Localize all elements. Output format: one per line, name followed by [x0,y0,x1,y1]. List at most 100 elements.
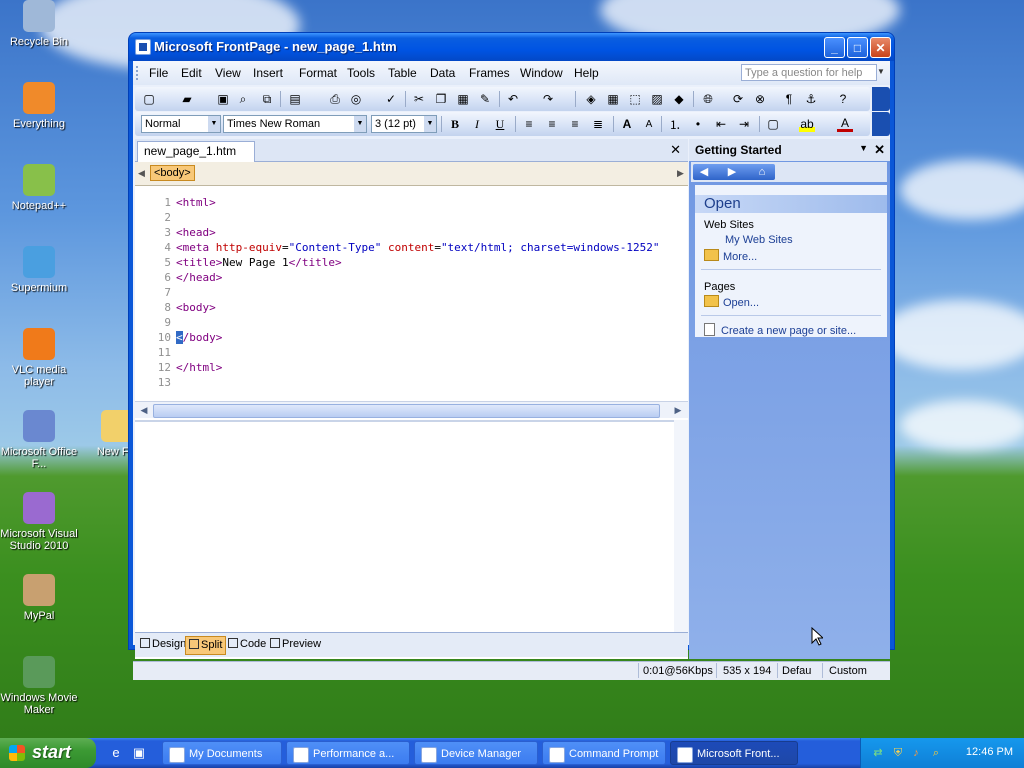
menu-help[interactable]: Help [574,66,599,80]
desktop-icon-recycle-bin[interactable]: Recycle Bin [0,0,78,48]
desktop-icon-browser[interactable]: Supermium [0,246,78,294]
menu-frames[interactable]: Frames [469,66,510,80]
view-tab-preview[interactable]: Preview [267,636,324,653]
page-dimensions[interactable]: 535 x 194 [723,665,771,677]
my-web-sites-link[interactable]: My Web Sites [725,234,793,246]
minimize-button[interactable]: _ [824,37,845,58]
desktop-icon-office-frontpage[interactable]: Microsoft Office F... [0,410,78,470]
taskbar-button[interactable]: Performance a... [286,741,410,765]
decrease-font-size-icon[interactable]: A [641,116,657,132]
view-tab-code[interactable]: Code [225,636,269,653]
quick-tag-body[interactable]: <body> [150,165,195,181]
increase-indent-icon[interactable]: ⇥ [736,116,752,132]
forward-icon[interactable]: ▶ [725,165,739,179]
italic-button[interactable]: I [469,116,485,132]
desktop-icon-everything[interactable]: Everything [0,82,78,130]
code-line[interactable]: 8 <body> [135,300,688,315]
increase-font-size-icon[interactable]: A [619,116,635,132]
menu-view[interactable]: View [215,66,241,80]
code-line[interactable]: 5 <title>New Page 1</title> [135,255,688,270]
menu-format[interactable]: Format [299,66,337,80]
back-icon[interactable]: ◀ [697,165,711,179]
taskbar-button[interactable]: Command Prompt [542,741,666,765]
save-icon[interactable]: ▣ [215,91,231,107]
print-icon[interactable]: ⎙ [327,91,343,107]
menu-data[interactable]: Data [430,66,455,80]
borders-icon[interactable]: ▢ [765,116,781,132]
code-line[interactable]: 1 <html> [135,195,688,210]
internet-explorer-icon[interactable]: e [108,745,124,761]
taskbar-button[interactable]: Microsoft Front... [670,741,798,765]
code-line[interactable]: 11 [135,345,688,360]
folder-list-icon[interactable]: ▤ [287,91,303,107]
network-icon[interactable]: ⇄ [871,746,885,760]
bold-button[interactable]: B [447,116,463,132]
preview-icon[interactable]: ◎ [348,91,364,107]
chevron-left-icon[interactable]: ◀ [138,168,145,179]
undo-icon[interactable]: ↶ [505,91,521,107]
shield-icon[interactable]: ⛨ [891,746,905,760]
web-component-icon[interactable]: ◈ [583,91,599,107]
desktop-icon-notepad-plus-plus[interactable]: Notepad++ [0,164,78,212]
font-color-icon[interactable]: A [837,116,853,132]
bulleted-list-icon[interactable]: • [690,116,706,132]
search-icon[interactable]: ⌕ [235,91,251,107]
redo-icon[interactable]: ↷ [540,91,556,107]
refresh-icon[interactable]: ⟳ [730,91,746,107]
spelling-icon[interactable]: ✓ [383,91,399,107]
toolbar-grip[interactable] [136,66,141,80]
highlight-icon[interactable]: ab [799,116,815,132]
chevron-right-icon[interactable]: ▶ [677,168,684,179]
align-left-icon[interactable]: ≡ [521,116,537,132]
desktop-icon-vlc[interactable]: VLC media player [0,328,78,388]
close-button[interactable]: ✕ [870,37,891,58]
insert-picture-icon[interactable]: ▨ [649,91,665,107]
format-painter-icon[interactable]: ✎ [477,91,493,107]
font-size-select[interactable]: 3 (12 pt) ▼ [371,115,437,133]
create-page-link[interactable]: Create a new page or site... [704,323,856,337]
view-tab-design[interactable]: Design [137,636,189,653]
vertical-scrollbar[interactable] [674,420,688,632]
code-line[interactable]: 10 </body> [135,330,688,345]
toolbar-options-button[interactable] [872,87,890,111]
code-line[interactable]: 6 </head> [135,270,688,285]
underline-button[interactable]: U [492,116,508,132]
chevron-down-icon[interactable]: ▼ [877,67,885,76]
view-tab-split[interactable]: Split [185,636,227,655]
more-sites-link[interactable]: More... [704,249,757,263]
design-view[interactable] [135,420,688,634]
align-right-icon[interactable]: ≡ [567,116,583,132]
menu-table[interactable]: Table [388,66,417,80]
show-desktop-icon[interactable]: ▣ [131,745,147,761]
menu-edit[interactable]: Edit [181,66,202,80]
ask-question-input[interactable]: Type a question for help [741,64,877,81]
document-tab[interactable]: new_page_1.htm [137,141,256,162]
stop-icon[interactable]: ⊗ [752,91,768,107]
chevron-down-icon[interactable]: ▼ [859,143,868,153]
scrollbar-thumb[interactable] [153,404,660,418]
paragraph-marks-icon[interactable]: ¶ [781,91,797,107]
hyperlink-icon[interactable]: 🌐︎ [700,91,716,107]
help-icon[interactable]: ? [835,91,851,107]
code-line[interactable]: 4 <meta http-equiv="Content-Type" content… [135,240,688,255]
justify-icon[interactable]: ≣ [590,116,606,132]
taskbar-button[interactable]: My Documents [162,741,282,765]
new-page-icon[interactable]: ▢ [141,91,157,107]
code-view[interactable]: 1 <html> 2 3 <head> 4 <meta http-equiv="Conten… [135,189,688,399]
start-button[interactable]: start [0,738,96,768]
desktop-icon-movie-maker[interactable]: Windows Movie Maker [0,656,78,716]
code-line[interactable]: 13 [135,375,688,390]
code-line[interactable]: 12 </html> [135,360,688,375]
code-line[interactable]: 7 [135,285,688,300]
insert-table-icon[interactable]: ▦ [605,91,621,107]
desktop-icon-mypal[interactable]: MyPal [0,574,78,622]
code-line[interactable]: 9 [135,315,688,330]
maximize-button[interactable]: □ [847,37,868,58]
search-icon[interactable]: ⌕ [929,746,943,760]
title-bar[interactable]: Microsoft FrontPage - new_page_1.htm _ □… [129,33,894,61]
numbered-list-icon[interactable]: ⒈ [667,116,683,132]
home-icon[interactable]: ⌂ [755,165,769,179]
close-document-icon[interactable]: ✕ [670,142,681,158]
default-status[interactable]: Defau [782,665,811,677]
style-select[interactable]: Normal ▼ [141,115,221,133]
